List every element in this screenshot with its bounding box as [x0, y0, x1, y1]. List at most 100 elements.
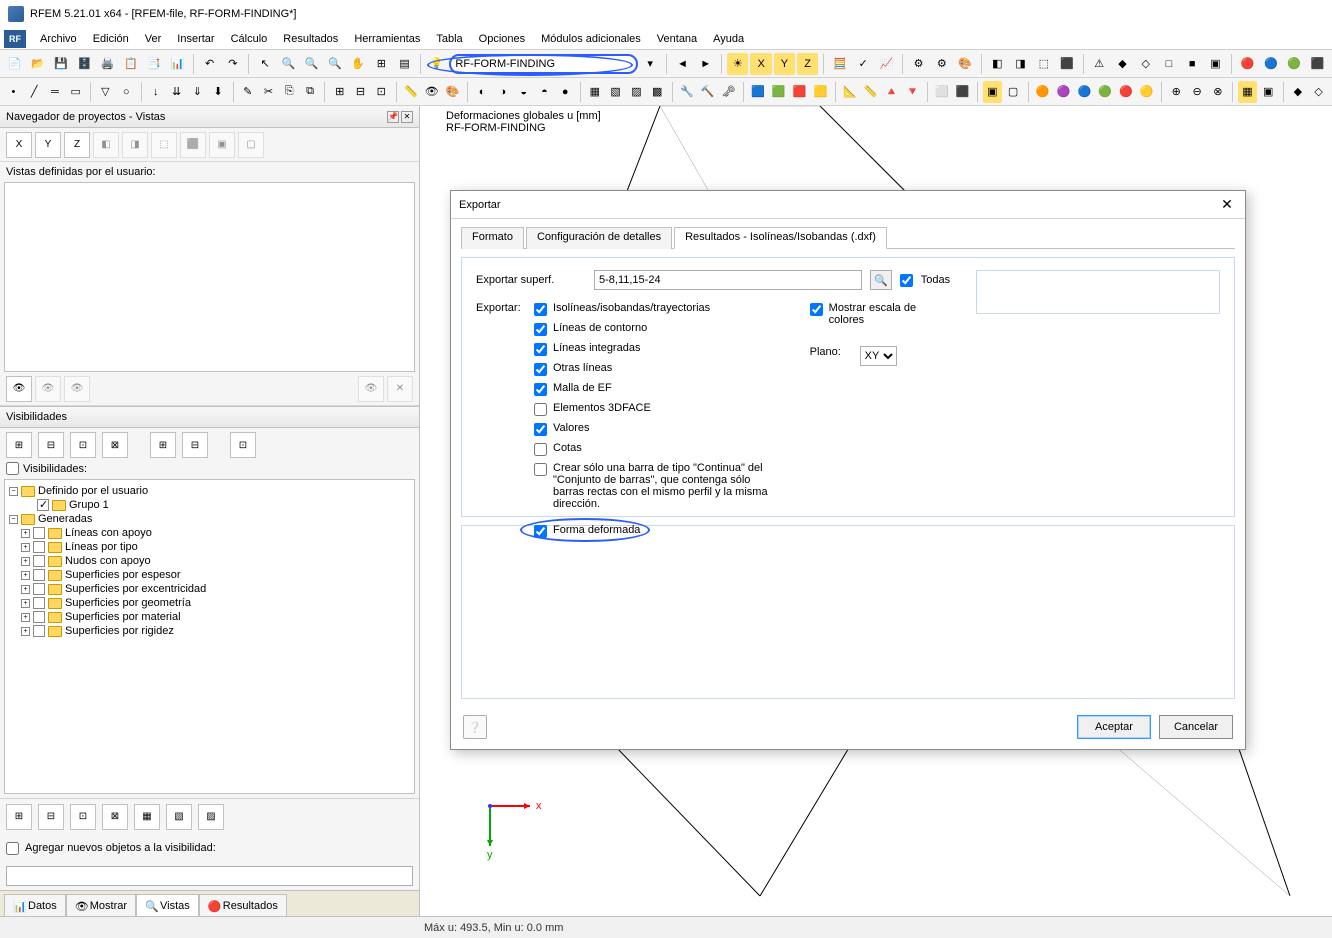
chk-iso[interactable]	[534, 303, 547, 316]
line-icon[interactable]: ╱	[25, 81, 44, 103]
tree-item[interactable]: Nudos con apoyo	[65, 555, 151, 567]
c5-icon[interactable]: 🔴	[1116, 81, 1135, 103]
vis-btn3[interactable]: ⊡	[70, 432, 96, 458]
prev-icon[interactable]: ◄	[672, 53, 693, 75]
tree-checkbox[interactable]	[33, 569, 45, 581]
load1-icon[interactable]: ↓	[146, 81, 165, 103]
c2-icon[interactable]: 🟣	[1054, 81, 1073, 103]
view-iso-btn[interactable]: ◧	[93, 132, 119, 158]
r2-icon[interactable]: ◑	[493, 81, 512, 103]
loadcase-combo[interactable]: RF-FORM-FINDING	[449, 54, 637, 74]
obj1-icon[interactable]: 🟦	[749, 81, 768, 103]
copy-icon[interactable]: 📑	[144, 53, 165, 75]
chk-valores[interactable]	[534, 423, 547, 436]
menu-herramientas[interactable]: Herramientas	[346, 31, 428, 47]
chk-otras[interactable]	[534, 363, 547, 376]
grid1-icon[interactable]: ⊞	[330, 81, 349, 103]
view-y-icon[interactable]: Y	[774, 53, 795, 75]
view-btn8[interactable]: ▣	[209, 132, 235, 158]
open-file-icon[interactable]: 📂	[27, 53, 48, 75]
surface-icon[interactable]: ▭	[66, 81, 85, 103]
support-icon[interactable]: ▽	[96, 81, 115, 103]
edit4-icon[interactable]: ⧉	[301, 81, 320, 103]
obj3-icon[interactable]: 🟥	[790, 81, 809, 103]
view-x-icon[interactable]: X	[750, 53, 771, 75]
help-icon[interactable]: 💡	[426, 53, 447, 75]
edit2-icon[interactable]: ✂	[259, 81, 278, 103]
s1-icon[interactable]: ▦	[585, 81, 604, 103]
chk-3dface[interactable]	[534, 403, 547, 416]
grid-icon[interactable]: ⊞	[371, 53, 392, 75]
bot-btn6[interactable]: ▧	[166, 804, 192, 830]
tree-checkbox[interactable]	[33, 541, 45, 553]
expand-icon[interactable]: −	[9, 487, 18, 496]
n1-icon[interactable]: ⬜	[933, 81, 952, 103]
select-icon[interactable]: ↖	[254, 53, 275, 75]
bot-btn1[interactable]: ⊞	[6, 804, 32, 830]
menu-tabla[interactable]: Tabla	[428, 31, 470, 47]
y1-icon[interactable]: ▣	[983, 81, 1002, 103]
tree-checkbox[interactable]	[33, 527, 45, 539]
d2-icon[interactable]: ⊖	[1188, 81, 1207, 103]
menu-ver[interactable]: Ver	[137, 31, 170, 47]
mod4-icon[interactable]: ⬛	[1056, 53, 1077, 75]
close-icon[interactable]: ✕	[401, 111, 413, 123]
menu-resultados[interactable]: Resultados	[275, 31, 346, 47]
hinge-icon[interactable]: ○	[117, 81, 136, 103]
results-icon[interactable]: 📈	[876, 53, 897, 75]
move-icon[interactable]: ✋	[347, 53, 368, 75]
p2-icon[interactable]: 📏	[861, 81, 880, 103]
view-x-btn[interactable]: X	[6, 132, 32, 158]
dialog-titlebar[interactable]: Exportar ✕	[451, 191, 1245, 219]
grid3-icon[interactable]: ⊡	[372, 81, 391, 103]
zoom-all-icon[interactable]: 🔍	[324, 53, 345, 75]
load2-icon[interactable]: ⇊	[167, 81, 186, 103]
expand-icon[interactable]: −	[9, 515, 18, 524]
all-checkbox[interactable]	[900, 274, 913, 287]
s2-icon[interactable]: ▧	[606, 81, 625, 103]
obj2-icon[interactable]: 🟩	[769, 81, 788, 103]
new-file-icon[interactable]: 📄	[4, 53, 25, 75]
dialog-close-icon[interactable]: ✕	[1217, 195, 1237, 215]
c1-icon[interactable]: 🟠	[1033, 81, 1052, 103]
x3-icon[interactable]: □	[1158, 53, 1179, 75]
mod3-icon[interactable]: ⬚	[1033, 53, 1054, 75]
view-iso-icon[interactable]: ☀	[727, 53, 748, 75]
grid2-icon[interactable]: ⊟	[351, 81, 370, 103]
eye-btn3[interactable]: 👁	[64, 376, 90, 402]
tree-checkbox[interactable]: ✓	[37, 499, 49, 511]
eye-btn1[interactable]: 👁	[6, 376, 32, 402]
tree-checkbox[interactable]	[33, 555, 45, 567]
d3-icon[interactable]: ⊗	[1208, 81, 1227, 103]
s4-icon[interactable]: ▩	[648, 81, 667, 103]
tree-item[interactable]: Superficies por espesor	[65, 569, 181, 581]
expand-icon[interactable]: +	[21, 599, 30, 608]
menu-ventana[interactable]: Ventana	[649, 31, 705, 47]
tree-item[interactable]: Superficies por geometría	[65, 597, 191, 609]
s3-icon[interactable]: ▨	[627, 81, 646, 103]
zoom-window-icon[interactable]: 🔍	[301, 53, 322, 75]
e2-icon[interactable]: ▣	[1259, 81, 1278, 103]
delete-btn[interactable]: ✕	[387, 376, 413, 402]
vis-btn7[interactable]: ⊡	[230, 432, 256, 458]
view-y-btn[interactable]: Y	[35, 132, 61, 158]
print-icon[interactable]: 🖨️	[97, 53, 118, 75]
report-icon[interactable]: 📊	[167, 53, 188, 75]
view-z-btn[interactable]: Z	[64, 132, 90, 158]
user-views-list[interactable]	[4, 182, 415, 372]
view-btn9[interactable]: ▢	[238, 132, 264, 158]
pick-surfaces-button[interactable]: 🔍	[870, 270, 892, 290]
eye-btn4[interactable]: 👁	[358, 376, 384, 402]
next-icon[interactable]: ►	[695, 53, 716, 75]
chk-deformada[interactable]	[534, 525, 547, 538]
expand-icon[interactable]: +	[21, 571, 30, 580]
menu-calculo[interactable]: Cálculo	[223, 31, 276, 47]
units-icon[interactable]: ⚙	[908, 53, 929, 75]
x1-icon[interactable]: ◆	[1112, 53, 1133, 75]
undo-icon[interactable]: ↶	[199, 53, 220, 75]
d1-icon[interactable]: ⊕	[1167, 81, 1186, 103]
t4-icon[interactable]: ⬛	[1307, 53, 1328, 75]
tree-item[interactable]: Líneas por tipo	[65, 541, 138, 553]
tree-checkbox[interactable]	[33, 611, 45, 623]
bot-btn5[interactable]: ▦	[134, 804, 160, 830]
